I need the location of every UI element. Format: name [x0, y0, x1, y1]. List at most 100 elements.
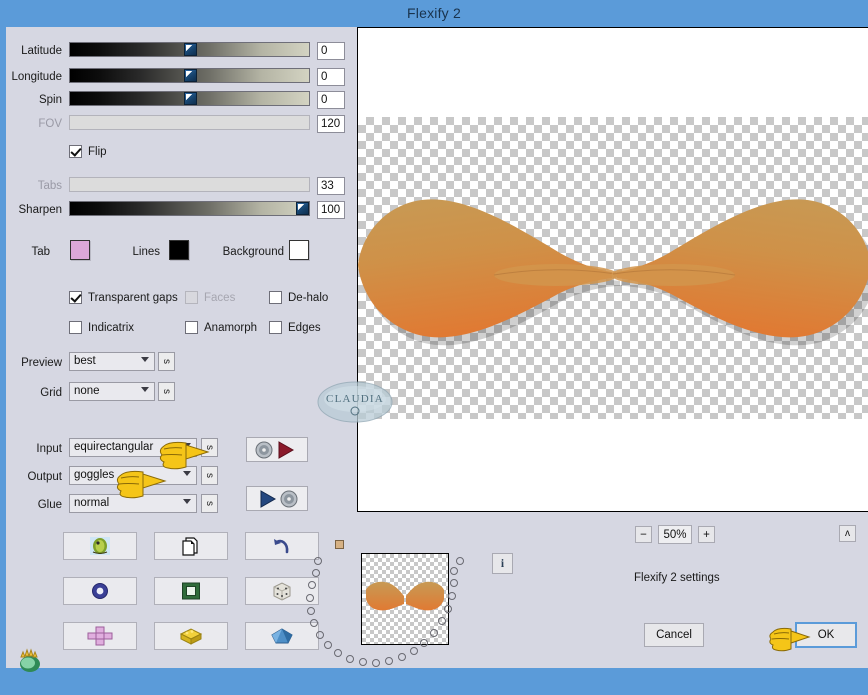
select-glue-value: normal [74, 497, 110, 509]
cancel-button[interactable]: Cancel [644, 623, 704, 647]
value-longitude[interactable]: 0 [317, 68, 345, 86]
label-preview: Preview [21, 357, 62, 369]
slider-spin[interactable] [69, 91, 310, 106]
zoom-out-button[interactable]: − [635, 526, 652, 543]
label-tabs: Tabs [37, 180, 62, 192]
bead-marker [324, 641, 332, 649]
checkbox-indicatrix[interactable]: Indicatrix [69, 321, 134, 334]
controls-column: Latitude 0 Longitude 0 Spin 0 FOV 120 Fl… [6, 27, 351, 672]
slider-spin-thumb[interactable] [184, 92, 197, 105]
window-title: Flexify 2 [407, 5, 461, 21]
thumbnail-drag-handle[interactable] [335, 540, 344, 549]
value-fov[interactable]: 120 [317, 115, 345, 133]
select-output[interactable]: goggles [69, 466, 197, 485]
chevron-down-icon [183, 471, 191, 476]
select-preview[interactable]: best [69, 352, 155, 371]
checkbox-indicatrix-box[interactable] [69, 321, 82, 334]
load-settings-button[interactable] [246, 437, 308, 462]
cube-button[interactable] [154, 622, 228, 650]
photo-button[interactable] [63, 532, 137, 560]
info-button[interactable]: i [492, 553, 513, 574]
cross-button[interactable] [63, 622, 137, 650]
grid-swap-label: s [161, 389, 172, 394]
bead-marker [450, 567, 458, 575]
label-glue: Glue [37, 499, 62, 511]
checkbox-anamorph[interactable]: Anamorph [185, 321, 257, 334]
checkbox-faces: Faces [185, 291, 235, 304]
yellow-cube-icon [179, 628, 203, 645]
input-swap-button[interactable]: s [201, 438, 218, 457]
zoom-level-value: 50% [663, 528, 687, 541]
plus-icon: + [703, 528, 710, 541]
zoom-level-display[interactable]: 50% [658, 525, 692, 544]
ring-button[interactable] [63, 577, 137, 605]
slider-sharpen-thumb[interactable] [296, 202, 309, 215]
value-sharpen[interactable]: 100 [317, 201, 345, 219]
select-glue[interactable]: normal [69, 494, 197, 513]
bead-marker [346, 655, 354, 663]
play-to-disc-icon [260, 489, 298, 508]
checkbox-de-halo-box[interactable] [269, 291, 282, 304]
zoom-in-button[interactable]: + [698, 526, 715, 543]
chevron-down-icon [183, 499, 191, 504]
preview-swap-label: s [161, 359, 172, 364]
value-tabs[interactable]: 33 [317, 177, 345, 195]
ok-button[interactable]: OK [795, 622, 857, 648]
chevron-down-icon [183, 443, 191, 448]
undo-arrow-icon [274, 539, 289, 554]
disc-to-play-icon [255, 440, 295, 459]
status-text: Flexify 2 settings [634, 572, 720, 584]
save-settings-button[interactable] [246, 486, 308, 511]
label-grid: Grid [40, 387, 62, 399]
grid-swap-button[interactable]: s [158, 382, 175, 401]
checkbox-faces-box [185, 291, 198, 304]
checkbox-de-halo-label: De-halo [288, 291, 329, 304]
slider-latitude[interactable] [69, 42, 310, 57]
glue-swap-button[interactable]: s [201, 494, 218, 513]
value-latitude[interactable]: 0 [317, 42, 345, 60]
preview-panel[interactable] [357, 27, 868, 512]
slider-latitude-thumb[interactable] [184, 43, 197, 56]
thumbnail-area [306, 539, 506, 695]
bead-marker [372, 659, 380, 667]
blue-polyhedron-icon [271, 628, 293, 644]
dice-icon [273, 582, 291, 601]
checkbox-transparent-gaps-label: Transparent gaps [88, 291, 178, 304]
swatch-tab-color[interactable] [70, 240, 90, 260]
preview-checkerboard [358, 117, 868, 419]
checkbox-flip-label: Flip [88, 145, 107, 158]
checkbox-anamorph-box[interactable] [185, 321, 198, 334]
bead-marker [385, 657, 393, 665]
photo-icon [90, 537, 110, 555]
checkbox-edges-box[interactable] [269, 321, 282, 334]
input-swap-label: s [204, 445, 215, 450]
slider-longitude-thumb[interactable] [184, 69, 197, 82]
checkbox-transparent-gaps[interactable]: Transparent gaps [69, 291, 178, 304]
output-swap-button[interactable]: s [201, 466, 218, 485]
value-spin[interactable]: 0 [317, 91, 345, 109]
slider-longitude[interactable] [69, 68, 310, 83]
label-tab-color: Tab [31, 246, 50, 258]
flexify-window: Flexify 2 Latitude 0 Longitude 0 Spin 0 [0, 0, 868, 672]
checkbox-anamorph-label: Anamorph [204, 321, 258, 334]
checkbox-de-halo[interactable]: De-halo [269, 291, 328, 304]
window-titlebar: Flexify 2 [0, 0, 868, 27]
info-icon: i [500, 557, 505, 570]
select-grid[interactable]: none [69, 382, 155, 401]
pages-icon [182, 537, 198, 556]
select-input[interactable]: equirectangular [69, 438, 197, 457]
swatch-background-color[interactable] [289, 240, 309, 260]
preview-swap-button[interactable]: s [158, 352, 175, 371]
select-grid-value: none [74, 385, 100, 397]
checkbox-flip[interactable]: Flip [69, 145, 107, 158]
checkbox-transparent-gaps-box[interactable] [69, 291, 82, 304]
copy-button[interactable] [154, 532, 228, 560]
slider-sharpen[interactable] [69, 201, 310, 216]
checkbox-flip-box[interactable] [69, 145, 82, 158]
label-spin: Spin [38, 94, 62, 106]
checkbox-edges[interactable]: Edges [269, 321, 321, 334]
chevron-down-icon [141, 387, 149, 392]
collapse-button[interactable]: ʌ [839, 525, 856, 542]
square-button[interactable] [154, 577, 228, 605]
swatch-lines-color[interactable] [169, 240, 189, 260]
